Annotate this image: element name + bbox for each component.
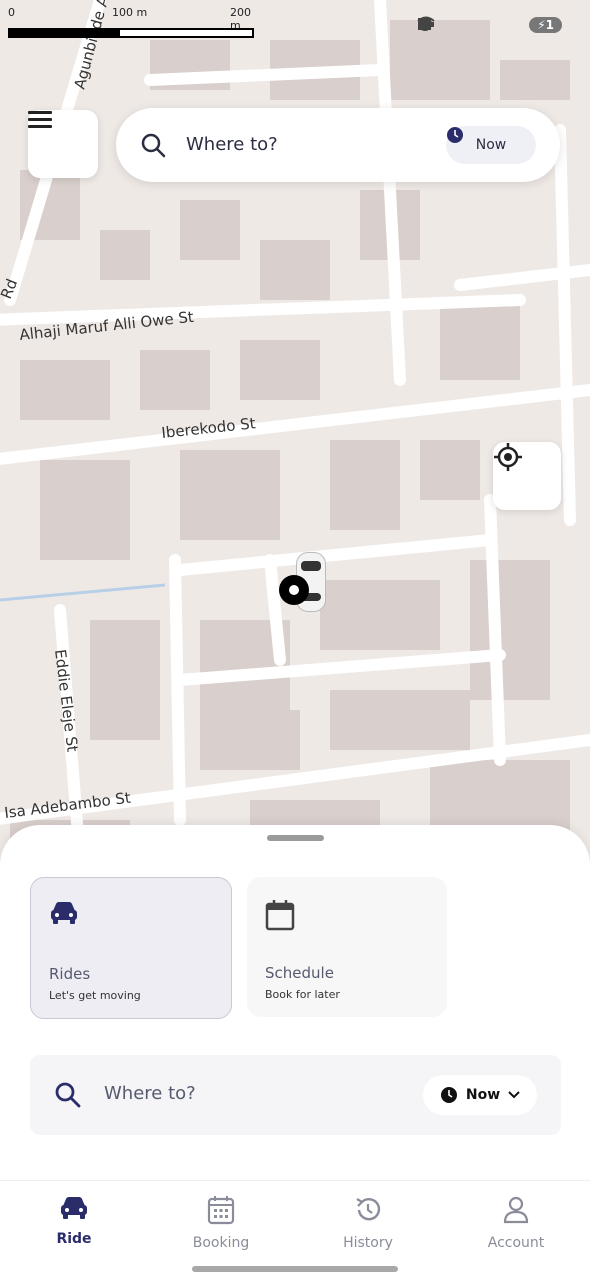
battery-level: 1 (545, 18, 554, 32)
car-icon (61, 1197, 87, 1219)
where-to-search[interactable]: Where to? Now (30, 1055, 561, 1135)
user-icon (503, 1196, 529, 1224)
history-icon (356, 1197, 381, 1221)
street-label: Isa Adebambo St (3, 789, 132, 822)
signal-icon (418, 16, 519, 34)
hamburger-icon (28, 111, 52, 128)
status-bar: ⚡1 (417, 16, 562, 34)
bed-icon (418, 16, 463, 34)
top-search-bar[interactable]: Where to? Now (116, 108, 560, 182)
calendar-icon (207, 1196, 235, 1225)
nav-account[interactable]: Account (456, 1195, 576, 1251)
schedule-card[interactable]: Schedule Book for later (247, 877, 447, 1017)
clock-icon (447, 127, 463, 143)
street-label: Eddie Eleje St (51, 648, 81, 753)
now-button[interactable]: Now (446, 126, 536, 164)
crosshair-icon (494, 443, 522, 471)
clock-icon (440, 1087, 457, 1103)
nav-history[interactable]: History (308, 1195, 428, 1251)
now-label: Now (465, 1087, 501, 1103)
location-pin-icon (279, 575, 309, 605)
sheet-handle[interactable] (267, 835, 324, 841)
now-label: Now (475, 137, 507, 153)
home-indicator[interactable] (192, 1266, 398, 1272)
card-title: Rides (49, 965, 91, 983)
scale-label: 100 m (112, 6, 148, 19)
nav-booking[interactable]: Booking (161, 1195, 281, 1251)
nav-label: Account (487, 1235, 545, 1251)
my-location-button[interactable] (493, 442, 561, 510)
search-label: Where to? (186, 134, 278, 155)
card-subtitle: Let's get moving (49, 989, 141, 1002)
card-title: Schedule (265, 964, 334, 982)
menu-button[interactable] (28, 110, 98, 178)
calendar-icon (265, 900, 295, 931)
scale-label: 0 (8, 6, 15, 19)
now-dropdown[interactable]: Now (423, 1075, 537, 1115)
nav-ride[interactable]: Ride (14, 1195, 134, 1247)
rides-card[interactable]: Rides Let's get moving (30, 877, 232, 1019)
scale-bar (8, 28, 254, 38)
map-view[interactable]: Agunbiade Ajibo Rd Alhaji Maruf Alli Owe… (0, 0, 590, 860)
search-icon (55, 1082, 81, 1108)
search-label: Where to? (104, 1083, 196, 1104)
wifi-icon (417, 16, 491, 34)
battery-icon: ⚡1 (529, 17, 562, 33)
map-scale: 0 100 m 200 m (8, 6, 254, 38)
car-icon (51, 902, 77, 924)
nav-label: Ride (56, 1231, 92, 1247)
chevron-down-icon (508, 1091, 520, 1099)
nav-label: History (343, 1235, 393, 1251)
search-icon (141, 133, 166, 158)
nav-label: Booking (192, 1235, 250, 1251)
card-subtitle: Book for later (265, 988, 340, 1001)
